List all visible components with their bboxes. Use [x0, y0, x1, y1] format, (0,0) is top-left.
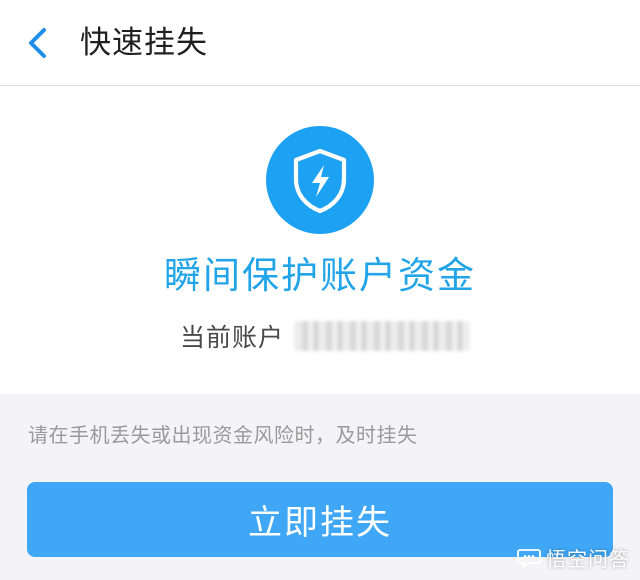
app-screen: 快速挂失 瞬间保护账户资金 当前账户 请在手机丢失或出现资金风险时，及时挂失 立… [0, 0, 640, 580]
top-nav-bar: 快速挂失 [0, 0, 640, 86]
speech-bubble-icon [517, 548, 541, 568]
watermark: 悟空问答 [517, 543, 630, 572]
watermark-text: 悟空问答 [546, 547, 630, 571]
page-title: 快速挂失 [80, 25, 208, 61]
chevron-left-icon [29, 28, 46, 58]
protection-panel: 瞬间保护账户资金 当前账户 [0, 86, 640, 394]
shield-lightning-icon [293, 148, 347, 214]
back-button[interactable] [14, 20, 62, 66]
masked-account-value [294, 321, 471, 351]
current-account-row: 当前账户 [180, 318, 471, 354]
loss-report-hint: 请在手机丢失或出现资金风险时，及时挂失 [28, 423, 418, 447]
shield-badge [266, 126, 374, 234]
protection-title: 瞬间保护账户资金 [164, 254, 476, 297]
account-label: 当前账户 [180, 323, 285, 352]
